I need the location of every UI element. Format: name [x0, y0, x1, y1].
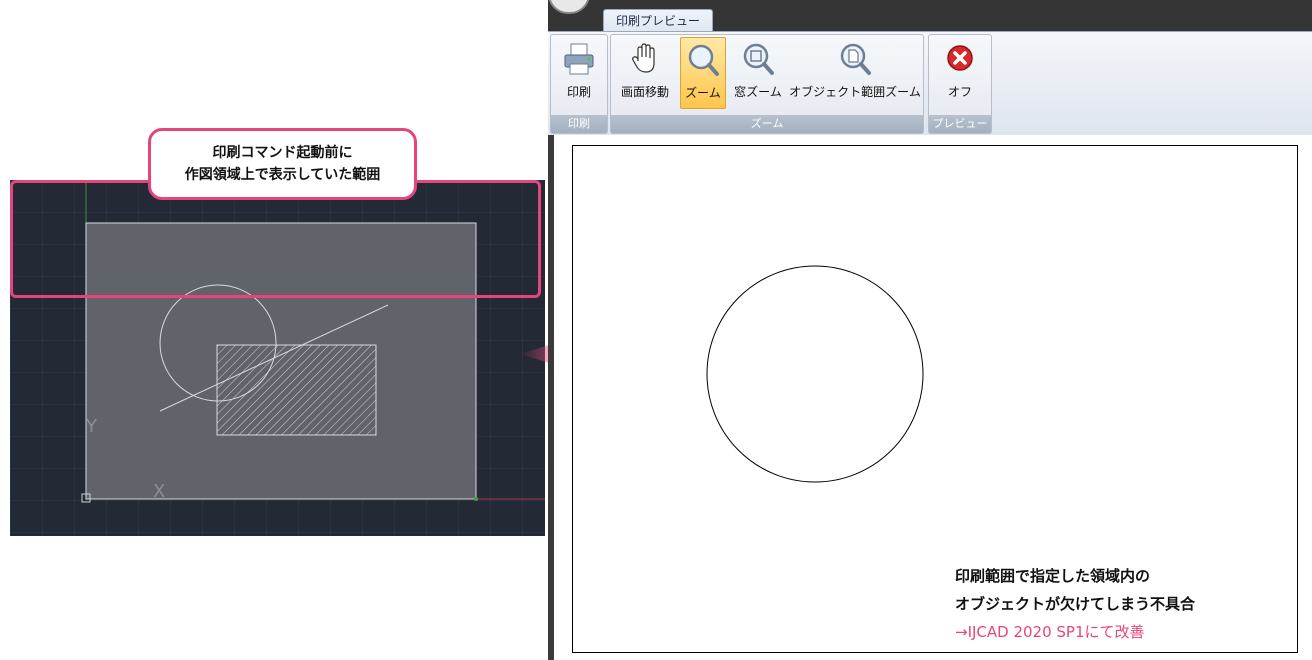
ribbon-group-zoom: 画面移動 ズーム 窓ズーム オブジェクト範囲ズーム ズーム — [610, 34, 924, 134]
callout-line-1: 印刷コマンド起動前に — [212, 145, 353, 161]
print-preview-pane[interactable]: 印刷範囲で指定した領域内の オブジェクトが欠けてしまう不具合 →IJCAD 20… — [548, 135, 1312, 660]
application-menu-button[interactable] — [548, 0, 590, 14]
window-zoom-icon — [743, 43, 774, 75]
zoom-button-label: ズーム — [685, 86, 721, 100]
callout-bubble: 印刷コマンド起動前に 作図領域上で表示していた範囲 — [148, 128, 417, 200]
ribbon-tab-bar: 印刷プレビュー — [548, 0, 1312, 32]
ribbon-group-print: 印刷 印刷 — [550, 34, 608, 134]
ribbon-panel: 印刷 印刷 画面移動 ズーム 窓ズーム オブジェクト範囲ズーム ズーム オフ プ… — [548, 31, 1312, 135]
app-window: 印刷プレビュー 印刷 印刷 画面移動 ズーム 窓ズーム オブジェクト範囲ズーム … — [548, 0, 1312, 660]
magnifier-icon — [688, 44, 719, 76]
extents-zoom-button-label: オブジェクト範囲ズーム — [789, 85, 921, 99]
preview-sheet: 印刷範囲で指定した領域内の オブジェクトが欠けてしまう不具合 →IJCAD 20… — [572, 145, 1298, 653]
note-text: 印刷範囲で指定した領域内の オブジェクトが欠けてしまう不具合 →IJCAD 20… — [955, 562, 1195, 646]
cad-corner-grip — [474, 497, 478, 501]
pan-button[interactable]: 画面移動 — [613, 37, 677, 109]
window-zoom-button-label: 窓ズーム — [734, 85, 782, 99]
print-button-label: 印刷 — [566, 85, 591, 99]
note-line-2: オブジェクトが欠けてしまう不具合 — [955, 595, 1196, 613]
ribbon-group-zoom-label: ズーム — [611, 115, 923, 133]
callout-line-2: 作図領域上で表示していた範囲 — [184, 167, 381, 183]
cad-y-axis-label: Y — [85, 416, 98, 437]
zoom-button[interactable]: ズーム — [680, 37, 726, 109]
tab-print-preview[interactable]: 印刷プレビュー — [603, 9, 714, 32]
extents-zoom-button[interactable]: オブジェクト範囲ズーム — [789, 37, 921, 109]
ribbon-group-preview: オフ プレビュー — [928, 34, 992, 134]
note-line-1: 印刷範囲で指定した領域内の — [955, 567, 1151, 585]
note-line-3: →IJCAD 2020 SP1にて改善 — [955, 623, 1145, 641]
cad-x-axis-label: X — [153, 481, 165, 502]
hand-pan-icon — [632, 43, 655, 73]
preview-off-button[interactable]: オフ — [933, 37, 987, 109]
pan-button-label: 画面移動 — [620, 85, 669, 99]
printer-icon — [564, 43, 594, 75]
ribbon-group-preview-label: プレビュー — [929, 115, 991, 133]
print-button[interactable]: 印刷 — [553, 37, 605, 109]
ribbon-group-print-label: 印刷 — [551, 115, 607, 133]
cad-hatched-rectangle — [216, 344, 377, 436]
close-red-icon — [947, 45, 973, 71]
preview-off-button-label: オフ — [947, 85, 972, 99]
window-zoom-button[interactable]: 窓ズーム — [729, 37, 787, 109]
preview-circle — [706, 265, 924, 483]
extents-zoom-icon — [840, 43, 871, 75]
